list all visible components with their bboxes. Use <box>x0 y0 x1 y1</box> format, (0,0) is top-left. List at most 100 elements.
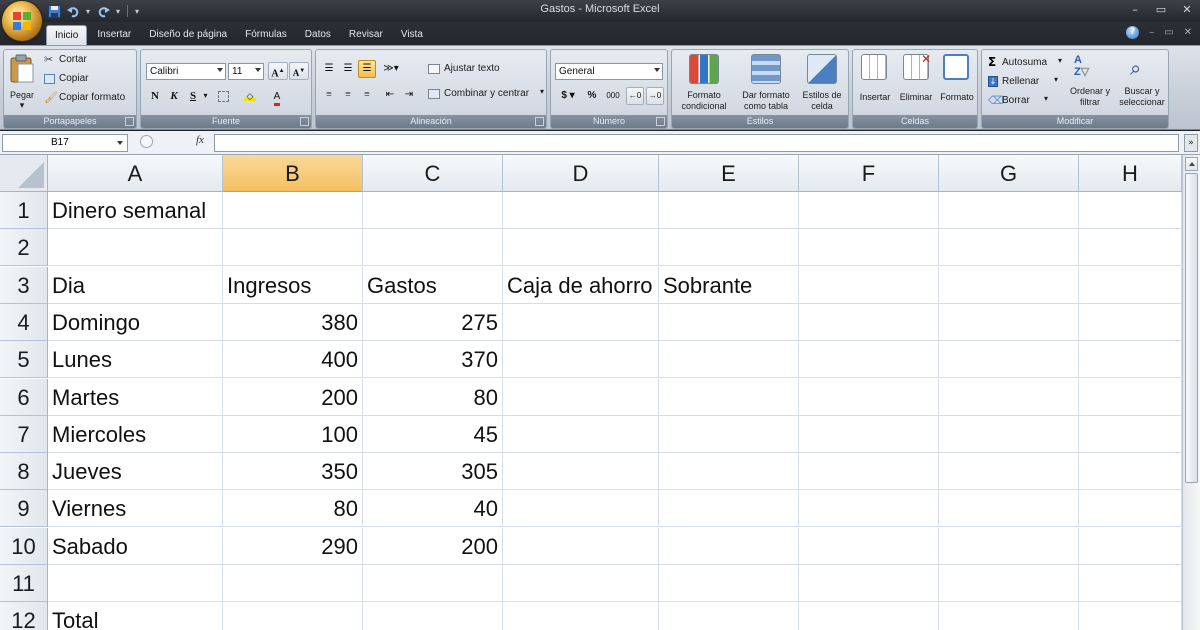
cell-f5[interactable] <box>799 341 939 378</box>
cell-d10[interactable] <box>503 528 659 565</box>
row-header-9[interactable]: 9 <box>0 490 48 527</box>
cell-d11[interactable] <box>503 565 659 602</box>
cell-a2[interactable] <box>48 229 223 266</box>
tab-insertar[interactable]: Insertar <box>89 25 139 45</box>
align-middle-button[interactable]: ☰ <box>339 60 357 78</box>
align-center-button[interactable]: ≡ <box>339 86 357 104</box>
cell-g7[interactable] <box>939 416 1079 453</box>
cell-c9[interactable]: 40 <box>363 490 503 527</box>
cell-d8[interactable] <box>503 453 659 490</box>
cell-a3[interactable]: Dia <box>48 267 223 304</box>
cell-f12[interactable] <box>799 602 939 630</box>
cell-e1[interactable] <box>659 192 799 229</box>
maximize-button[interactable]: ▭ <box>1154 2 1168 18</box>
orientation-button[interactable]: ≫▾ <box>379 60 403 78</box>
cell-g4[interactable] <box>939 304 1079 341</box>
align-right-button[interactable]: ≡ <box>358 86 376 104</box>
cell-a1[interactable]: Dinero semanal <box>48 192 223 229</box>
cell-b3[interactable]: Ingresos <box>223 267 363 304</box>
format-cells-button[interactable]: Formato <box>937 52 977 114</box>
cell-a6[interactable]: Martes <box>48 379 223 416</box>
cell-c12[interactable] <box>363 602 503 630</box>
cell-c2[interactable] <box>363 229 503 266</box>
fill-color-button[interactable]: ◇ <box>241 87 259 105</box>
cell-h2[interactable] <box>1079 229 1182 266</box>
borders-button[interactable] <box>214 87 232 105</box>
percent-button[interactable]: % <box>583 87 601 105</box>
cell-d6[interactable] <box>503 379 659 416</box>
cell-e10[interactable] <box>659 528 799 565</box>
cell-b7[interactable]: 100 <box>223 416 363 453</box>
cell-f1[interactable] <box>799 192 939 229</box>
cell-h5[interactable] <box>1079 341 1182 378</box>
cell-f8[interactable] <box>799 453 939 490</box>
decrease-indent-button[interactable]: ⇤ <box>381 86 399 104</box>
cell-e7[interactable] <box>659 416 799 453</box>
cell-a4[interactable]: Domingo <box>48 304 223 341</box>
row-header-1[interactable]: 1 <box>0 192 48 229</box>
row-header-5[interactable]: 5 <box>0 341 48 378</box>
tab-diseno-pagina[interactable]: Diseño de página <box>141 25 235 45</box>
cell-f7[interactable] <box>799 416 939 453</box>
cell-e9[interactable] <box>659 490 799 527</box>
cancel-entry-icon[interactable] <box>140 135 153 148</box>
cell-c5[interactable]: 370 <box>363 341 503 378</box>
row-header-12[interactable]: 12 <box>0 602 48 630</box>
cell-h7[interactable] <box>1079 416 1182 453</box>
cell-c7[interactable]: 45 <box>363 416 503 453</box>
underline-button[interactable]: S <box>184 87 202 105</box>
workbook-close-icon[interactable]: ✕ <box>1184 27 1192 38</box>
clipboard-launcher-icon[interactable] <box>125 117 134 126</box>
vertical-scrollbar[interactable] <box>1182 155 1200 630</box>
cell-f3[interactable] <box>799 267 939 304</box>
cell-e12[interactable] <box>659 602 799 630</box>
cell-d4[interactable] <box>503 304 659 341</box>
copy-button[interactable]: Copiar <box>44 72 134 88</box>
cell-a9[interactable]: Viernes <box>48 490 223 527</box>
column-header-b[interactable]: B <box>223 155 363 192</box>
find-select-button[interactable]: ⌕ Buscar y seleccionar <box>1116 52 1168 114</box>
cell-f11[interactable] <box>799 565 939 602</box>
italic-button[interactable]: K <box>165 87 183 105</box>
font-name-combo[interactable]: Calibri <box>146 63 226 80</box>
insert-function-button[interactable]: fx <box>196 134 204 146</box>
align-left-button[interactable]: ≡ <box>320 86 338 104</box>
cell-a11[interactable] <box>48 565 223 602</box>
number-format-combo[interactable]: General <box>555 63 663 80</box>
cell-e11[interactable] <box>659 565 799 602</box>
cell-b11[interactable] <box>223 565 363 602</box>
grow-font-button[interactable]: A▲ <box>268 62 288 80</box>
cell-styles-button[interactable]: Estilos de celda <box>796 52 848 114</box>
tab-vista[interactable]: Vista <box>393 25 431 45</box>
formula-input[interactable] <box>214 134 1179 152</box>
column-header-g[interactable]: G <box>939 155 1079 192</box>
row-header-10[interactable]: 10 <box>0 528 48 565</box>
tab-datos[interactable]: Datos <box>297 25 339 45</box>
row-header-6[interactable]: 6 <box>0 379 48 416</box>
cell-c1[interactable] <box>363 192 503 229</box>
cell-d1[interactable] <box>503 192 659 229</box>
cell-h8[interactable] <box>1079 453 1182 490</box>
expand-formula-bar-icon[interactable]: » <box>1184 134 1198 152</box>
cell-g10[interactable] <box>939 528 1079 565</box>
cell-d5[interactable] <box>503 341 659 378</box>
delete-cells-button[interactable]: ✕ Eliminar <box>895 52 937 114</box>
cell-d2[interactable] <box>503 229 659 266</box>
cell-b10[interactable]: 290 <box>223 528 363 565</box>
cell-h10[interactable] <box>1079 528 1182 565</box>
font-color-button[interactable]: A <box>268 87 286 106</box>
cell-d12[interactable] <box>503 602 659 630</box>
thousands-button[interactable]: 000 <box>603 87 623 105</box>
column-header-d[interactable]: D <box>503 155 659 192</box>
cell-b6[interactable]: 200 <box>223 379 363 416</box>
scroll-up-icon[interactable] <box>1185 157 1198 171</box>
row-header-11[interactable]: 11 <box>0 565 48 602</box>
cell-g5[interactable] <box>939 341 1079 378</box>
cell-g11[interactable] <box>939 565 1079 602</box>
column-header-a[interactable]: A <box>48 155 223 192</box>
increase-decimal-button[interactable]: ←0 <box>626 87 644 105</box>
cell-h1[interactable] <box>1079 192 1182 229</box>
row-header-7[interactable]: 7 <box>0 416 48 453</box>
decrease-decimal-button[interactable]: →0 <box>646 87 664 105</box>
cell-a5[interactable]: Lunes <box>48 341 223 378</box>
